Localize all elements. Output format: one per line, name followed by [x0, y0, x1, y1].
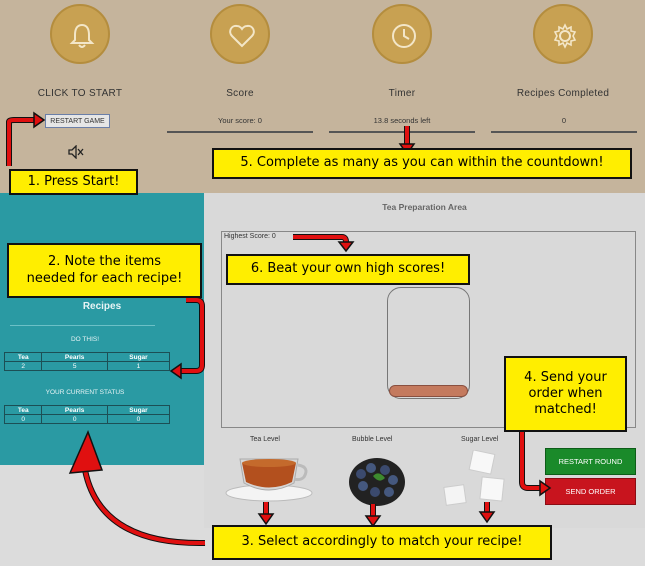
current-tea: 0 [3, 414, 43, 424]
current-sugar: 0 [106, 414, 171, 424]
col-tea: Tea [3, 405, 43, 415]
col-tea: Tea [3, 352, 43, 362]
mute-icon[interactable] [68, 144, 84, 164]
restart-game-button[interactable]: RESTART GAME [45, 114, 110, 128]
bubble-level-label: Bubble Level [352, 436, 393, 443]
score-underline [167, 131, 313, 133]
callout-countdown: 5. Complete as many as you can within th… [212, 148, 632, 179]
bubble-pearls-icon[interactable] [347, 456, 407, 511]
callout-send-order: 4. Send your order when matched! [504, 356, 627, 432]
callout-countdown-text: 5. Complete as many as you can within th… [240, 155, 604, 171]
heart-icon [210, 4, 270, 64]
recipes-title: Recipes [82, 301, 122, 312]
tea-cup [387, 287, 470, 399]
prep-title: Tea Preparation Area [382, 202, 467, 212]
callout-note-items: 2. Note the items needed for each recipe… [7, 243, 202, 298]
recipes-divider [10, 325, 155, 326]
callout-press-start-text: 1. Press Start! [27, 173, 120, 189]
callout-select-text: 3. Select accordingly to match your reci… [241, 534, 523, 550]
recipes-panel: Recipes DO THIS! Tea Pearls Sugar 2 5 1 … [0, 193, 204, 465]
current-status-label: YOUR CURRENT STATUS [45, 389, 125, 396]
restart-round-button[interactable]: RESTART ROUND [545, 448, 636, 475]
callout-send-order-line2: order when [528, 385, 603, 401]
bell-icon[interactable] [50, 4, 110, 64]
col-pearls: Pearls [41, 352, 108, 362]
highest-score: Highest Score: 0 [224, 233, 276, 240]
timer-value: 13.8 seconds left [373, 116, 431, 125]
col-pearls: Pearls [41, 405, 108, 415]
score-value: Your score: 0 [218, 116, 262, 125]
target-pearls: 5 [41, 361, 108, 371]
cup-fill [389, 385, 468, 397]
target-sugar: 1 [106, 361, 171, 371]
current-pearls: 0 [41, 414, 108, 424]
callout-send-order-line1: 4. Send your [524, 369, 607, 385]
clock-icon [372, 4, 432, 64]
score-label: Score [226, 88, 254, 99]
timer-underline [329, 131, 475, 133]
callout-note-items-line1: 2. Note the items [47, 254, 162, 270]
click-to-start-label[interactable]: CLICK TO START [5, 88, 155, 99]
sugar-level-label: Sugar Level [461, 436, 499, 443]
sugar-cubes-icon[interactable] [441, 449, 509, 513]
current-status-table: Tea Pearls Sugar 0 0 0 [3, 405, 171, 424]
callout-high-scores: 6. Beat your own high scores! [226, 254, 470, 285]
recipes-underline [491, 131, 637, 133]
gear-icon [533, 4, 593, 64]
send-order-button[interactable]: SEND ORDER [545, 478, 636, 505]
recipes-completed-label: Recipes Completed [516, 88, 610, 99]
do-this-label: DO THIS! [70, 336, 100, 343]
timer-label: Timer [388, 88, 416, 99]
col-sugar: Sugar [106, 352, 171, 362]
target-tea: 2 [3, 361, 43, 371]
callout-note-items-line2: needed for each recipe! [26, 270, 183, 286]
callout-select: 3. Select accordingly to match your reci… [212, 525, 552, 560]
tea-cup-icon[interactable] [224, 451, 314, 508]
col-sugar: Sugar [106, 405, 171, 415]
callout-high-scores-text: 6. Beat your own high scores! [250, 261, 446, 277]
callout-press-start: 1. Press Start! [9, 169, 138, 195]
target-recipe-table: Tea Pearls Sugar 2 5 1 [3, 352, 171, 371]
tea-level-label: Tea Level [250, 436, 280, 443]
callout-send-order-line3: matched! [534, 402, 597, 418]
recipes-value: 0 [561, 116, 567, 125]
